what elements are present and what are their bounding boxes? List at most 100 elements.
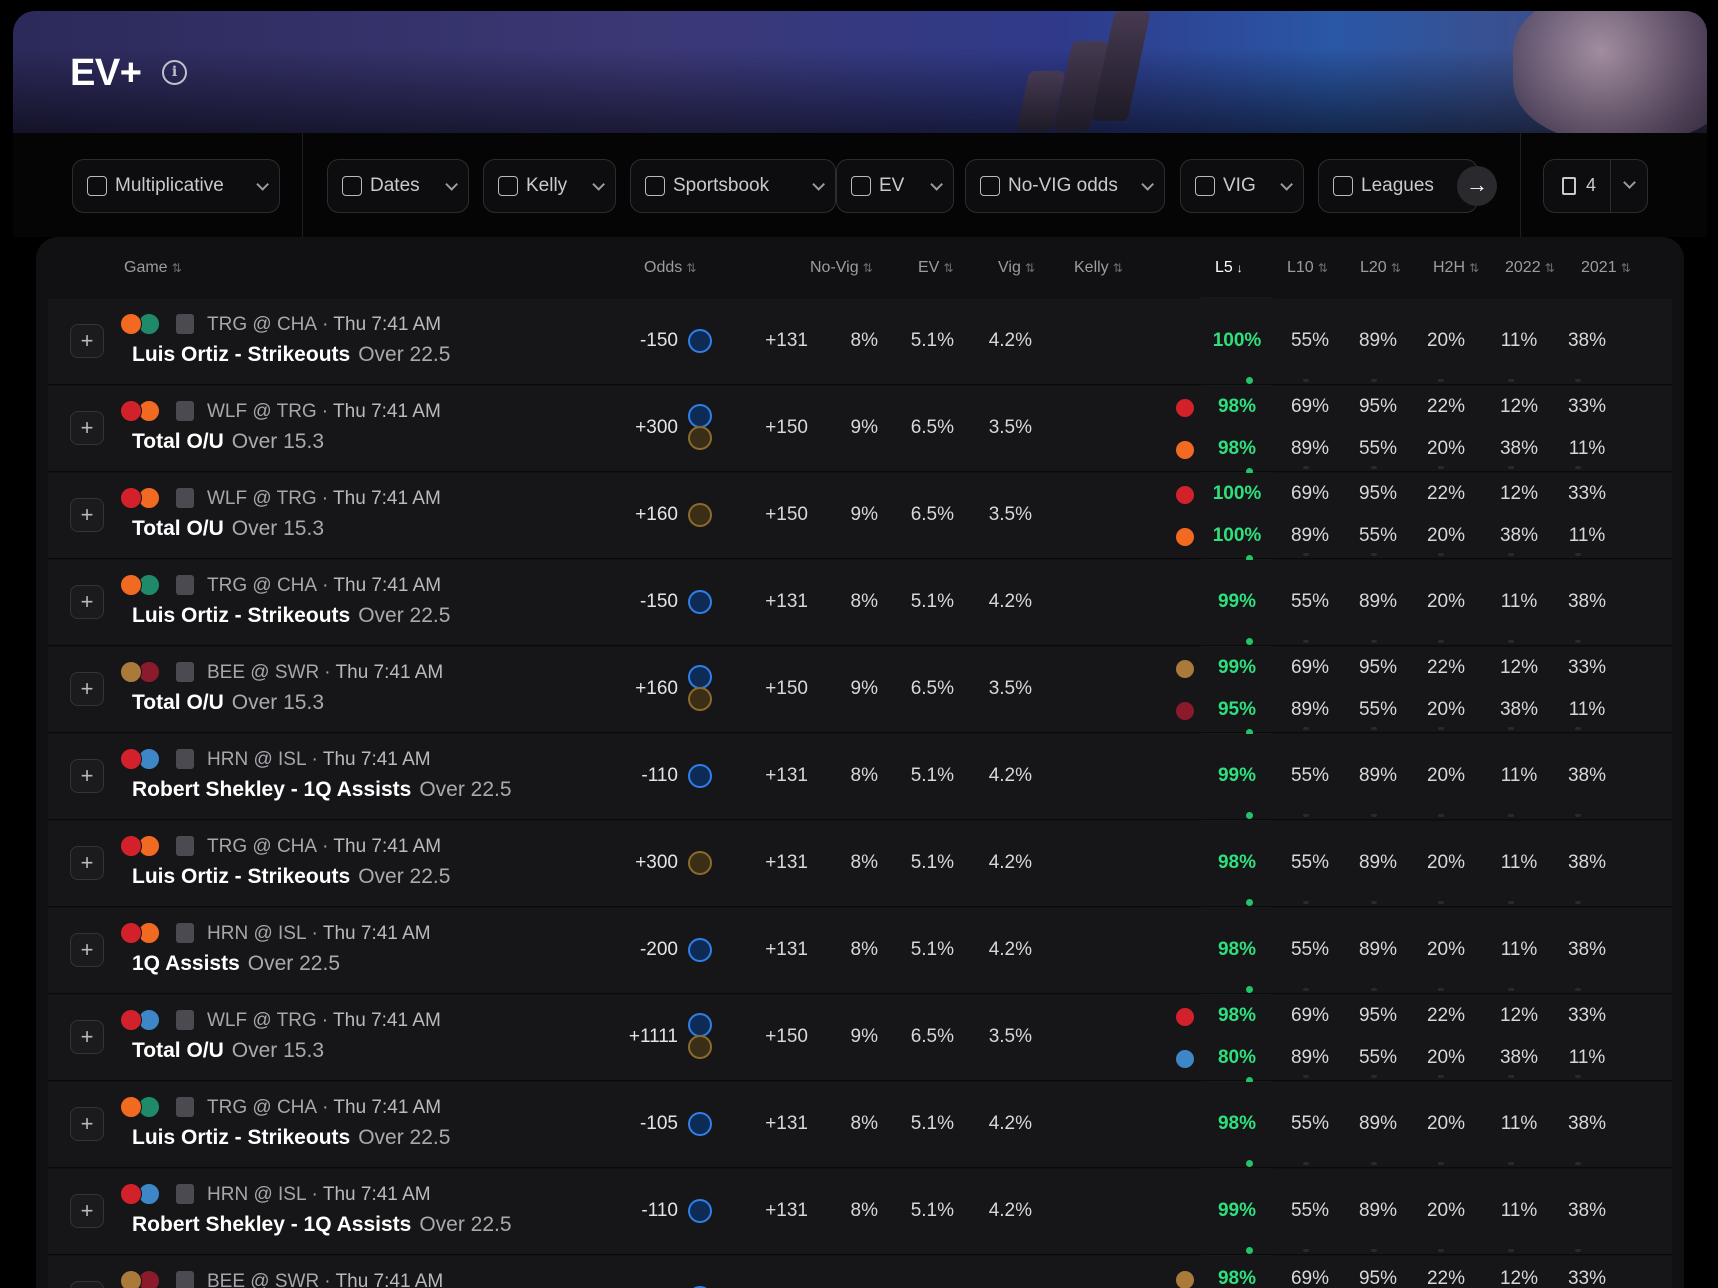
trend-dot xyxy=(1371,640,1377,643)
trend-dot xyxy=(1246,638,1253,645)
stat-2021: 38% xyxy=(1567,1200,1607,1221)
trophy-book-icon[interactable] xyxy=(688,851,712,875)
expand-button[interactable]: + xyxy=(70,498,104,532)
sort-icon: ⇅ xyxy=(1544,261,1555,275)
trophy-book-icon[interactable] xyxy=(688,426,712,450)
table-row[interactable]: + TRG @ CHA · Thu 7:41 AM Luis Ortiz - Strik… xyxy=(48,299,1672,385)
method-dropdown[interactable]: Multiplicative xyxy=(72,159,280,213)
col-kelly[interactable]: Kelly ⇅ xyxy=(1074,259,1123,277)
trend-dot xyxy=(1371,901,1377,904)
team-logo-icon xyxy=(120,835,142,857)
ev-value: 9% xyxy=(850,504,878,525)
prop-name: Luis Ortiz - Strikeouts Over 22.5 xyxy=(132,1126,450,1150)
separator: · xyxy=(322,836,329,857)
shield-book-icon[interactable] xyxy=(688,1112,712,1136)
col-l5[interactable]: L5 ↓ xyxy=(1215,259,1243,277)
expand-button[interactable]: + xyxy=(70,672,104,706)
ev-value: 8% xyxy=(850,852,878,873)
info-icon[interactable]: i xyxy=(162,60,187,85)
shield-book-icon[interactable] xyxy=(688,764,712,788)
col-vig[interactable]: Vig ⇅ xyxy=(998,259,1035,277)
team-logos xyxy=(120,1009,164,1033)
table-row[interactable]: + BEE @ SWR·Thu 7:41 AM 98% 69% 95% 22% 12% 33% xyxy=(48,1256,1672,1288)
sort-icon: ⇅ xyxy=(1390,261,1401,275)
table-row[interactable]: + BEE @ SWR · Thu 7:41 AM Total O/U Over 15.3… xyxy=(48,647,1672,736)
trend-dot xyxy=(1575,553,1581,556)
chevron-down-icon[interactable] xyxy=(1623,176,1636,189)
vig-value: 5.1% xyxy=(910,939,954,960)
table-row[interactable]: + HRN @ ISL · Thu 7:41 AM Robert Shekley - 1… xyxy=(48,734,1672,820)
team-logos xyxy=(120,574,164,598)
expand-button[interactable]: + xyxy=(70,846,104,880)
stat-2021: 11% xyxy=(1568,1047,1606,1068)
shield-book-icon[interactable] xyxy=(688,329,712,353)
shield-book-icon[interactable] xyxy=(688,1013,712,1037)
team-logos xyxy=(120,922,164,946)
kelly-value: 4.2% xyxy=(988,939,1032,960)
shield-book-icon[interactable] xyxy=(688,590,712,614)
col-2022[interactable]: 2022 ⇅ xyxy=(1505,259,1555,277)
table-row[interactable]: + WLF @ TRG · Thu 7:41 AM Total O/U Over 15.3… xyxy=(48,386,1672,475)
expand-button[interactable]: + xyxy=(70,1020,104,1054)
expand-button[interactable]: + xyxy=(70,585,104,619)
sportsbook-filter[interactable]: Sportsbook xyxy=(630,159,836,213)
game-meta: WLF @ TRG · Thu 7:41 AM xyxy=(207,488,441,510)
stat-l5: 99% xyxy=(1217,1200,1257,1221)
team-logo-icon xyxy=(1176,1271,1194,1288)
col-h2h[interactable]: H2H ⇅ xyxy=(1433,259,1479,277)
table-row[interactable]: + TRG @ CHA · Thu 7:41 AM Luis Ortiz - Strik… xyxy=(48,821,1672,907)
expand-button[interactable]: + xyxy=(70,324,104,358)
table-row[interactable]: + HRN @ ISL · Thu 7:41 AM Robert Shekley - 1… xyxy=(48,1169,1672,1255)
sort-icon: ⇅ xyxy=(1024,261,1035,275)
trend-dot xyxy=(1575,379,1581,382)
game-meta: HRN @ ISL · Thu 7:41 AM xyxy=(207,1184,431,1206)
team-logo-icon xyxy=(1176,702,1194,720)
dates-filter[interactable]: Dates xyxy=(327,159,469,213)
ev-value: 8% xyxy=(850,1113,878,1134)
expand-button[interactable]: + xyxy=(70,1194,104,1228)
col-game[interactable]: Game ⇅ xyxy=(124,259,182,277)
shield-book-icon[interactable] xyxy=(688,1199,712,1223)
scroll-right-button[interactable]: → xyxy=(1457,166,1497,206)
col-ev[interactable]: EV ⇅ xyxy=(918,259,953,277)
table-row[interactable]: + TRG @ CHA · Thu 7:41 AM Luis Ortiz - Strik… xyxy=(48,560,1672,646)
stat-l10: 55% xyxy=(1290,591,1330,612)
shield-book-icon[interactable] xyxy=(688,665,712,689)
stat-l10: 55% xyxy=(1290,330,1330,351)
table-row[interactable]: + TRG @ CHA · Thu 7:41 AM Luis Ortiz - Strik… xyxy=(48,1082,1672,1168)
expand-button[interactable]: + xyxy=(70,411,104,445)
leagues-filter[interactable]: Leagues xyxy=(1318,159,1478,213)
bookmarks-button[interactable]: 4 xyxy=(1543,159,1648,213)
trend-dot xyxy=(1371,1162,1377,1165)
matchup: HRN @ ISL xyxy=(207,749,307,770)
col-2021[interactable]: 2021 ⇅ xyxy=(1581,259,1631,277)
trophy-book-icon[interactable] xyxy=(688,503,712,527)
expand-button[interactable]: + xyxy=(70,1281,104,1288)
trophy-book-icon[interactable] xyxy=(688,687,712,711)
trend-dot xyxy=(1246,986,1253,993)
kelly-filter[interactable]: Kelly xyxy=(483,159,616,213)
trend-dot xyxy=(1508,1249,1514,1252)
vig-filter[interactable]: VIG xyxy=(1180,159,1304,213)
trophy-book-icon[interactable] xyxy=(688,1035,712,1059)
stat-l20: 89% xyxy=(1358,765,1398,786)
col-novig[interactable]: No-Vig ⇅ xyxy=(810,259,873,277)
team-logos xyxy=(120,313,164,337)
table-row[interactable]: + WLF @ TRG · Thu 7:41 AM Total O/U Over 15.3… xyxy=(48,473,1672,562)
expand-button[interactable]: + xyxy=(70,933,104,967)
team-logo-icon xyxy=(1176,528,1194,546)
shield-book-icon[interactable] xyxy=(688,404,712,428)
col-l20[interactable]: L20 ⇅ xyxy=(1360,259,1401,277)
expand-button[interactable]: + xyxy=(70,1107,104,1141)
table-row[interactable]: + HRN @ ISL · Thu 7:41 AM 1Q Assists Over 22.… xyxy=(48,908,1672,994)
shield-book-icon[interactable] xyxy=(688,938,712,962)
game-time: Thu 7:41 AM xyxy=(335,662,444,683)
trend-dot xyxy=(1438,901,1444,904)
separator: · xyxy=(322,1097,329,1118)
ev-filter[interactable]: EV xyxy=(836,159,954,213)
col-l10[interactable]: L10 ⇅ xyxy=(1287,259,1328,277)
novig-filter[interactable]: No-VIG odds xyxy=(965,159,1165,213)
col-odds[interactable]: Odds ⇅ xyxy=(644,259,696,277)
table-row[interactable]: + WLF @ TRG · Thu 7:41 AM Total O/U Over 15.3… xyxy=(48,995,1672,1084)
expand-button[interactable]: + xyxy=(70,759,104,793)
